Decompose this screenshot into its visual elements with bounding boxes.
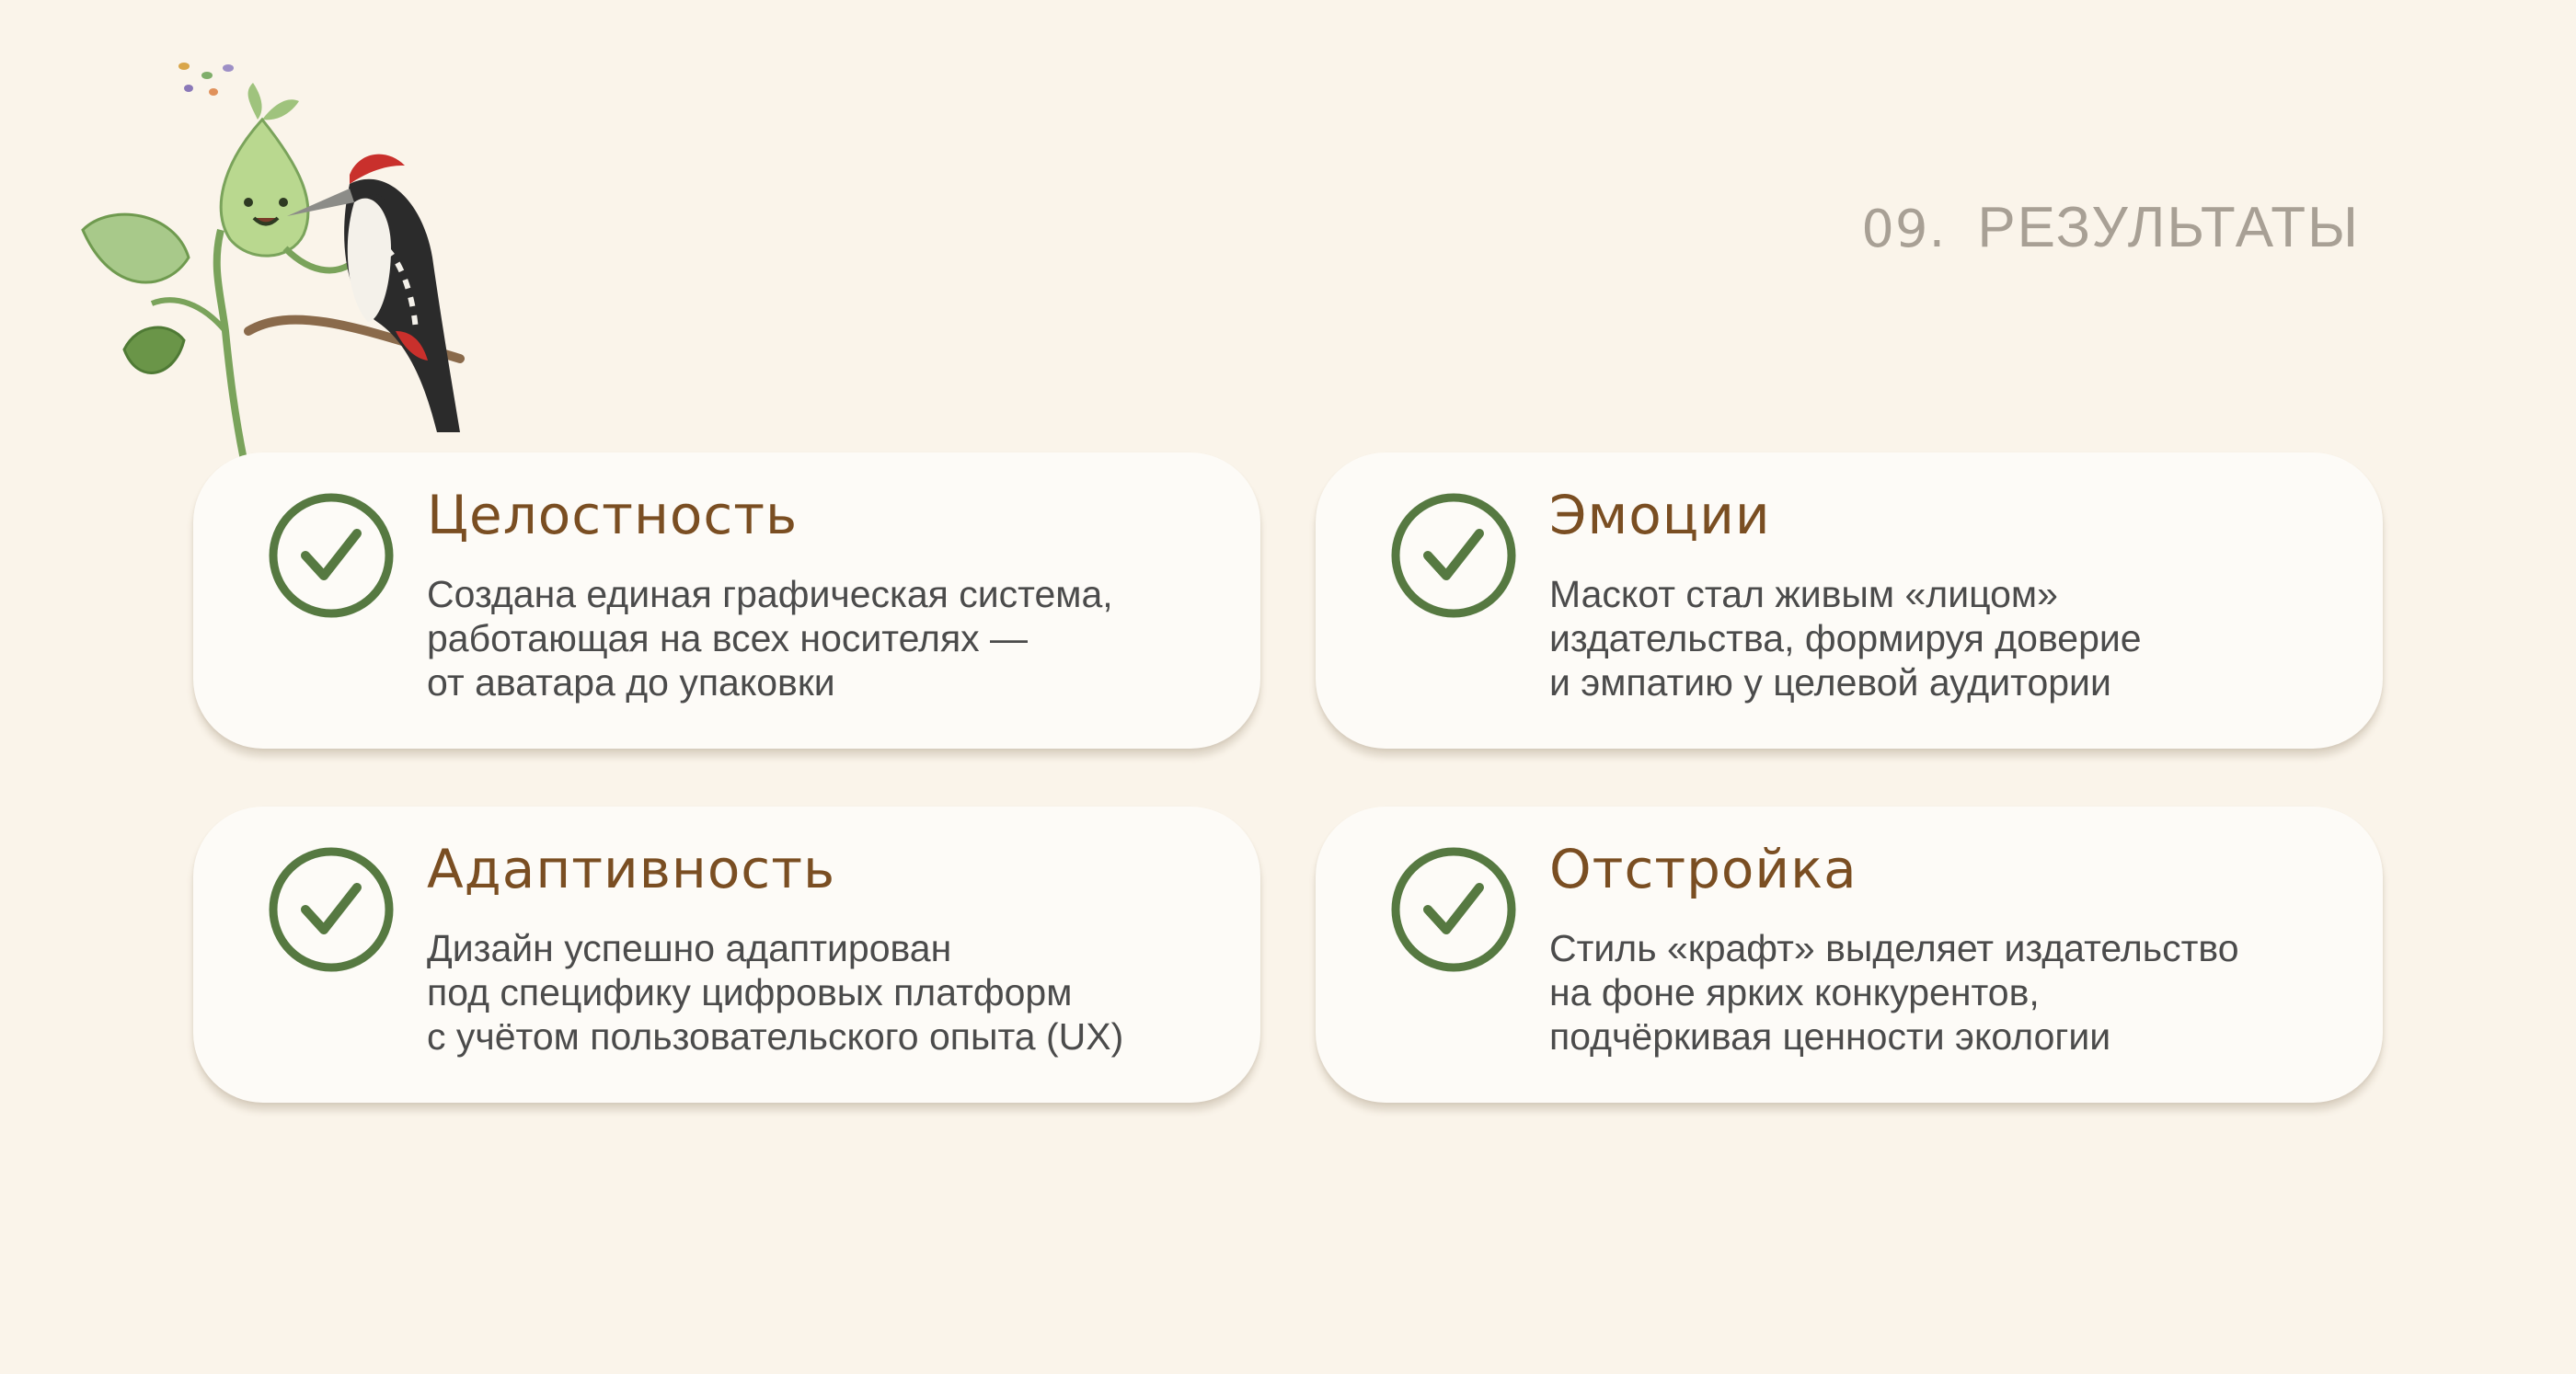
card-description: Маскот стал живым «лицом» издательства, …: [1549, 572, 2142, 704]
section-title: РЕЗУЛЬТАТЫ: [1977, 196, 2360, 259]
card-text-line: Маскот стал живым «лицом»: [1549, 573, 2058, 615]
card-text-line: и эмпатию у целевой аудитории: [1549, 661, 2111, 704]
section-header: 09. РЕЗУЛЬТАТЫ: [1861, 195, 2360, 260]
result-card-adaptivity: Адаптивность Дизайн успешно адаптирован …: [193, 807, 1260, 1103]
result-card-differentiation: Отстройка Стиль «крафт» выделяет издател…: [1316, 807, 2383, 1103]
card-text-line: на фоне ярких конкурентов,: [1549, 971, 2040, 1013]
card-text-line: подчёркивая ценности экологии: [1549, 1015, 2111, 1058]
card-text-line: с учётом пользовательского опыта (UX): [427, 1015, 1124, 1058]
card-text-line: от аватара до упаковки: [427, 661, 835, 704]
card-title: Целостность: [427, 484, 799, 546]
mascot-illustration: [81, 63, 465, 460]
card-text-line: работающая на всех носителях —: [427, 617, 1029, 659]
checkmark-circle-icon: [269, 847, 394, 972]
card-description: Стиль «крафт» выделяет издательство на ф…: [1549, 926, 2239, 1059]
card-title: Отстройка: [1549, 838, 1857, 900]
card-description: Создана единая графическая система, рабо…: [427, 572, 1113, 704]
card-description: Дизайн успешно адаптирован под специфику…: [427, 926, 1123, 1059]
result-card-integrity: Целостность Создана единая графическая с…: [193, 452, 1260, 749]
card-text-line: Стиль «крафт» выделяет издательство: [1549, 927, 2239, 969]
section-number: 09.: [1861, 200, 1947, 259]
card-text-line: издательства, формируя доверие: [1549, 617, 2142, 659]
checkmark-circle-icon: [1391, 493, 1516, 618]
checkmark-circle-icon: [1391, 847, 1516, 972]
card-text-line: Дизайн успешно адаптирован: [427, 927, 952, 969]
checkmark-circle-icon: [269, 493, 394, 618]
woodpecker: [287, 154, 460, 432]
card-text-line: под специфику цифровых платформ: [427, 971, 1073, 1013]
card-title: Эмоции: [1549, 484, 1771, 546]
result-card-emotions: Эмоции Маскот стал живым «лицом» издател…: [1316, 452, 2383, 749]
card-title: Адаптивность: [427, 838, 836, 900]
seed-dots: [178, 63, 234, 96]
card-text-line: Создана единая графическая система,: [427, 573, 1113, 615]
